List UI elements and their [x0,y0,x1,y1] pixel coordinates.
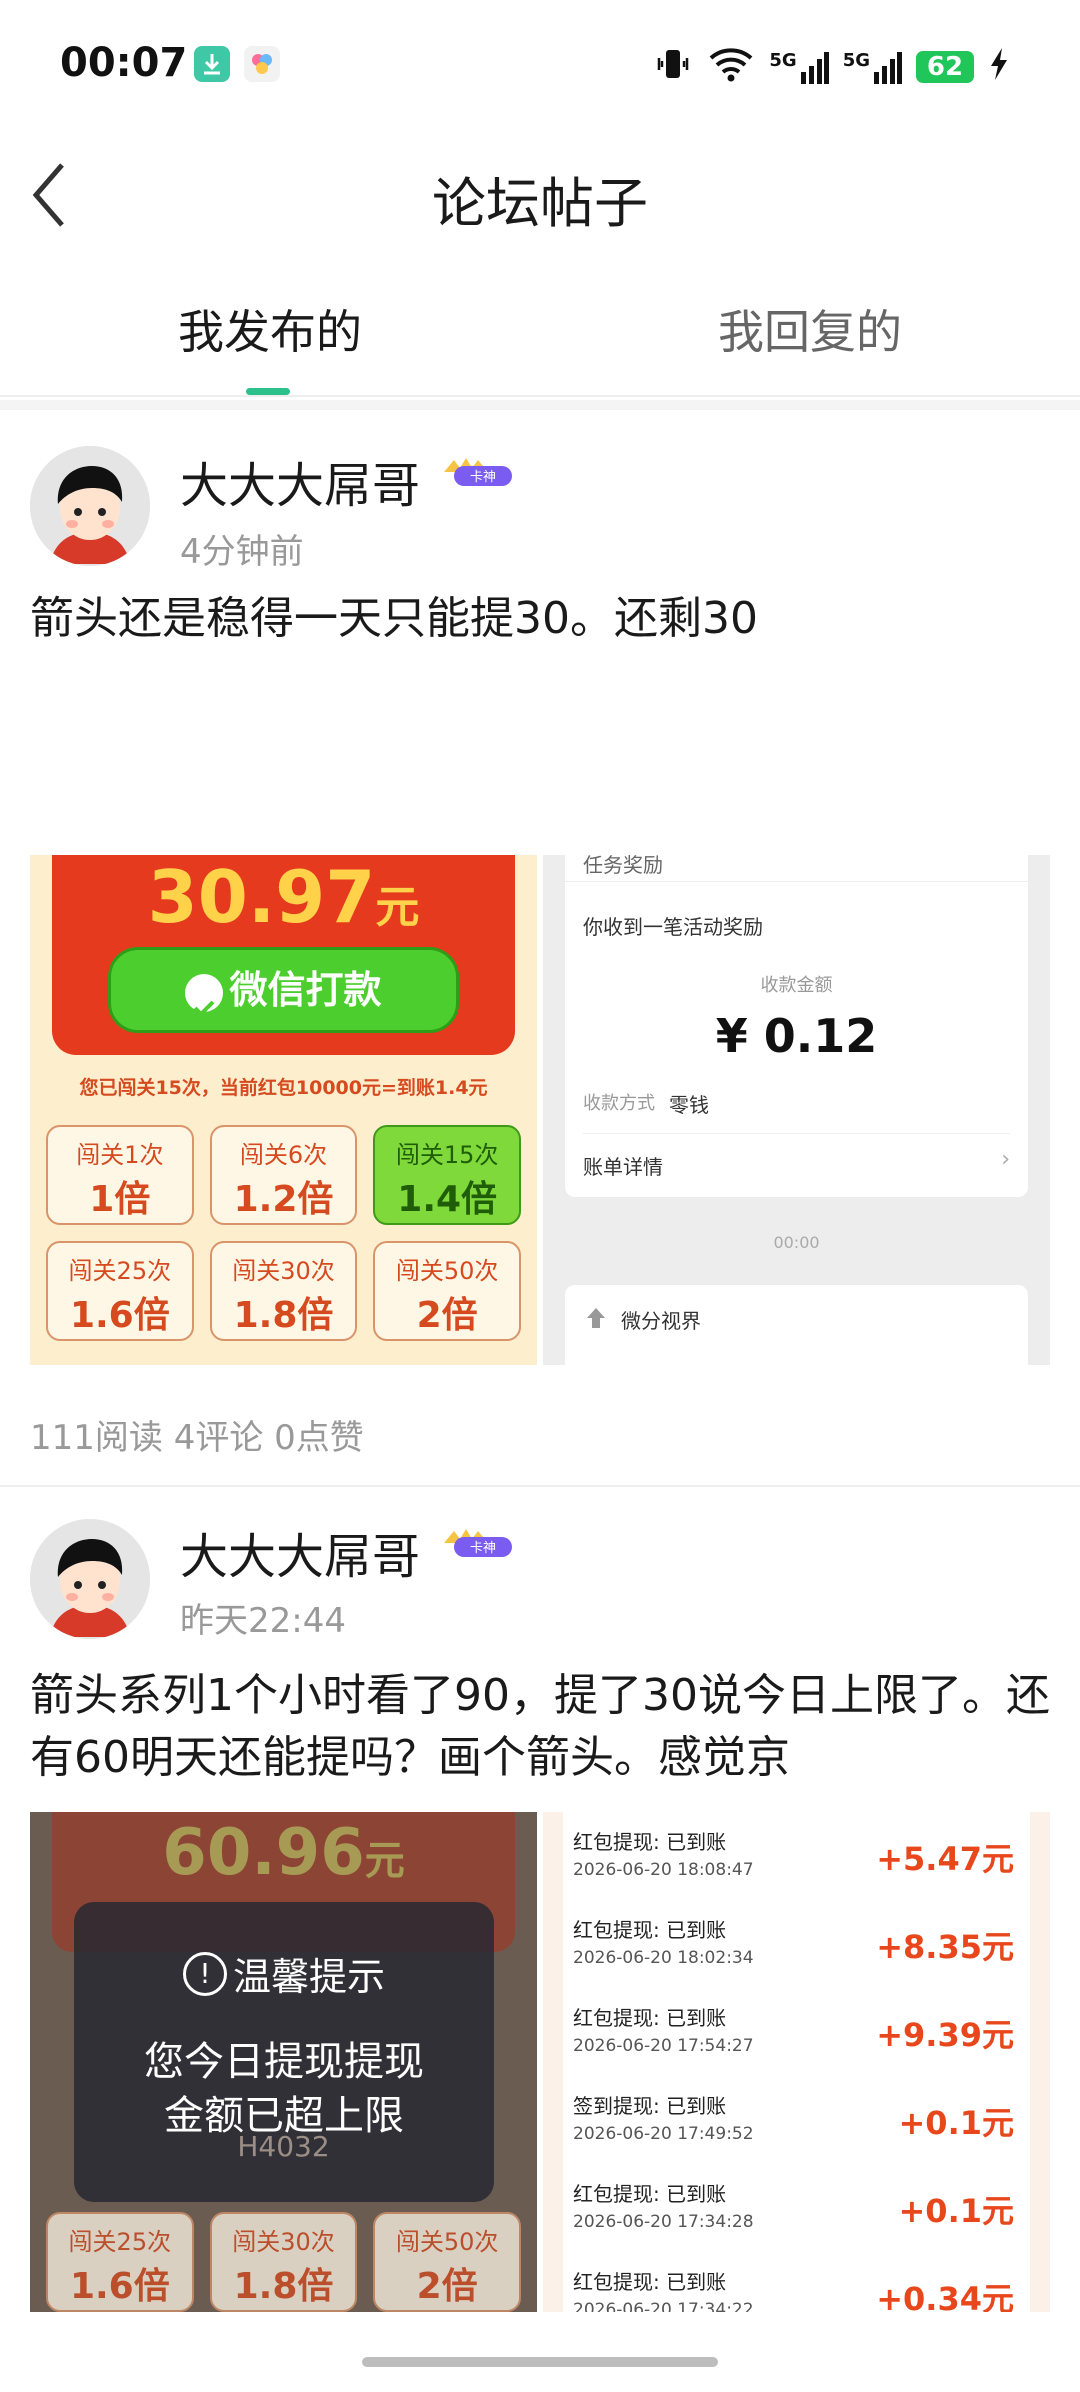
post-image-1[interactable]: 60.96元 ! 温馨提示 您今日提现提现 金额已超上限 H4032 闯关25次 1… [30,1812,537,2312]
promo-amount: 30.97元 [147,855,420,939]
post-card[interactable]: 大大大屌哥 卡神 4分钟前 箭头还是稳得一天只能提30。还剩30 30.97元 … [0,410,1080,1485]
avatar[interactable] [30,1519,150,1639]
message-timestamp: 00:00 [773,1233,820,1252]
tab-my-replies[interactable]: 我回复的 [540,296,1080,362]
record-row: 红包提现: 已到账 2026-06-20 17:54:27 +9.39元 [563,1988,1030,2077]
avatar[interactable] [30,446,150,566]
record-row: 红包提现: 已到账 2026-06-20 18:02:34 +8.35元 [563,1900,1030,1989]
multiplier-cell: 闯关1次 1倍 [46,1125,194,1225]
promo-info: 您已闯关15次，当前红包10000元=到账1.4元 [79,1077,488,1099]
multiplier-cell: 闯关50次 2倍 [373,2212,521,2312]
post-time: 4分钟前 [180,532,304,572]
tab-indicator [246,388,290,395]
post-stats: 111阅读 4评论 0点赞 [30,1418,364,1458]
record-row: 红包提现: 已到账 2026-06-20 18:08:47 +5.47元 [563,1812,1030,1901]
post-image-2[interactable]: 任务奖励 你收到一笔活动奖励 收款金额 ¥ 0.12 收款方式 零钱 账单详情 … [543,855,1050,1365]
status-time: 00:07 [60,40,188,86]
wechat-icon [185,973,224,1017]
home-indicator[interactable] [362,2357,718,2367]
svg-text:卡神: 卡神 [470,470,496,485]
record-row: 红包提现: 已到账 2026-06-20 17:34:22 +0.34元 [563,2252,1030,2312]
warning-icon: ! [182,1951,227,1996]
wechat-pay-button: 微信打款 [108,947,459,1033]
user-badge: 卡神 [440,452,526,490]
sender-card: 微分视界 [565,1285,1028,1365]
multiplier-cell-active: 闯关15次 1.4倍 [373,1125,521,1225]
chevron-right-icon: › [1001,1147,1010,1172]
tab-bar: 我发布的 我回复的 [0,270,1080,397]
record-row: 签到提现: 已到账 2026-06-20 17:49:52 +0.1元 [563,2076,1030,2165]
multiplier-cell: 闯关50次 2倍 [373,1241,521,1341]
signal-1: 5G [769,50,829,84]
post-images: 60.96元 ! 温馨提示 您今日提现提现 金额已超上限 H4032 闯关25次 1… [30,1812,1050,2312]
multiplier-grid: 闯关25次 1.6倍 闯关30次 1.8倍 闯关50次 2倍 [46,2212,521,2312]
wifi-icon [707,44,755,90]
tab-separator [0,400,1080,410]
username[interactable]: 大大大屌哥 [180,1517,420,1587]
tab-my-posts[interactable]: 我发布的 [0,296,540,362]
post-image-2[interactable]: 红包提现: 已到账 2026-06-20 18:08:47 +5.47元 红包提现:… [543,1812,1050,2312]
username[interactable]: 大大大屌哥 [180,446,420,516]
post-text[interactable]: 箭头系列1个小时看了90，提了30说今日上限了。还有60明天还能提吗？画个箭头。… [30,1665,1050,1789]
multiplier-cell: 闯关30次 1.8倍 [209,1241,358,1341]
record-row: 红包提现: 已到账 2026-06-20 17:34:28 +0.1元 [563,2164,1030,2253]
svg-text:卡神: 卡神 [470,1541,496,1556]
nav-bar: 论坛帖子 [0,135,1080,255]
post-image-1[interactable]: 30.97元 微信打款 您已闯关15次，当前红包10000元=到账1.4元 闯关… [30,855,537,1365]
page-title: 论坛帖子 [432,172,648,235]
charging-icon [988,46,1010,88]
download-icon [194,46,230,82]
sender-icon [583,1305,609,1331]
status-bar: 00:07 5G 5G 62 [0,0,1080,135]
reward-amount: ¥ 0.12 [715,1009,878,1063]
status-icons: 5G 5G 62 [653,44,1010,90]
app-icon [244,46,280,82]
post-time: 昨天22:44 [180,1601,346,1641]
post-text[interactable]: 箭头还是稳得一天只能提30。还剩30 [30,588,1050,650]
code-label: H4032 [237,2130,330,2163]
multiplier-cell: 闯关6次 1.2倍 [209,1125,358,1225]
battery-indicator: 62 [916,51,974,83]
user-badge: 卡神 [440,1523,526,1561]
signal-2: 5G [843,50,902,84]
post-images: 30.97元 微信打款 您已闯关15次，当前红包10000元=到账1.4元 闯关… [30,855,1050,1365]
multiplier-cell: 闯关25次 1.6倍 [46,1241,194,1341]
post-card[interactable]: 大大大屌哥 卡神 昨天22:44 箭头系列1个小时看了90，提了30说今日上限了… [0,1487,1080,2337]
multiplier-cell: 闯关25次 1.6倍 [46,2212,194,2312]
multiplier-cell: 闯关30次 1.8倍 [209,2212,358,2312]
promo-amount: 60.96元 [162,1816,405,1890]
multiplier-grid: 闯关1次 1倍 闯关6次 1.2倍 闯关15次 1.4倍 闯关25次 1.6倍 闯关30… [46,1125,521,1341]
reward-card: 任务奖励 你收到一笔活动奖励 收款金额 ¥ 0.12 收款方式 零钱 账单详情 … [565,855,1028,1197]
vibrate-icon [653,44,693,90]
